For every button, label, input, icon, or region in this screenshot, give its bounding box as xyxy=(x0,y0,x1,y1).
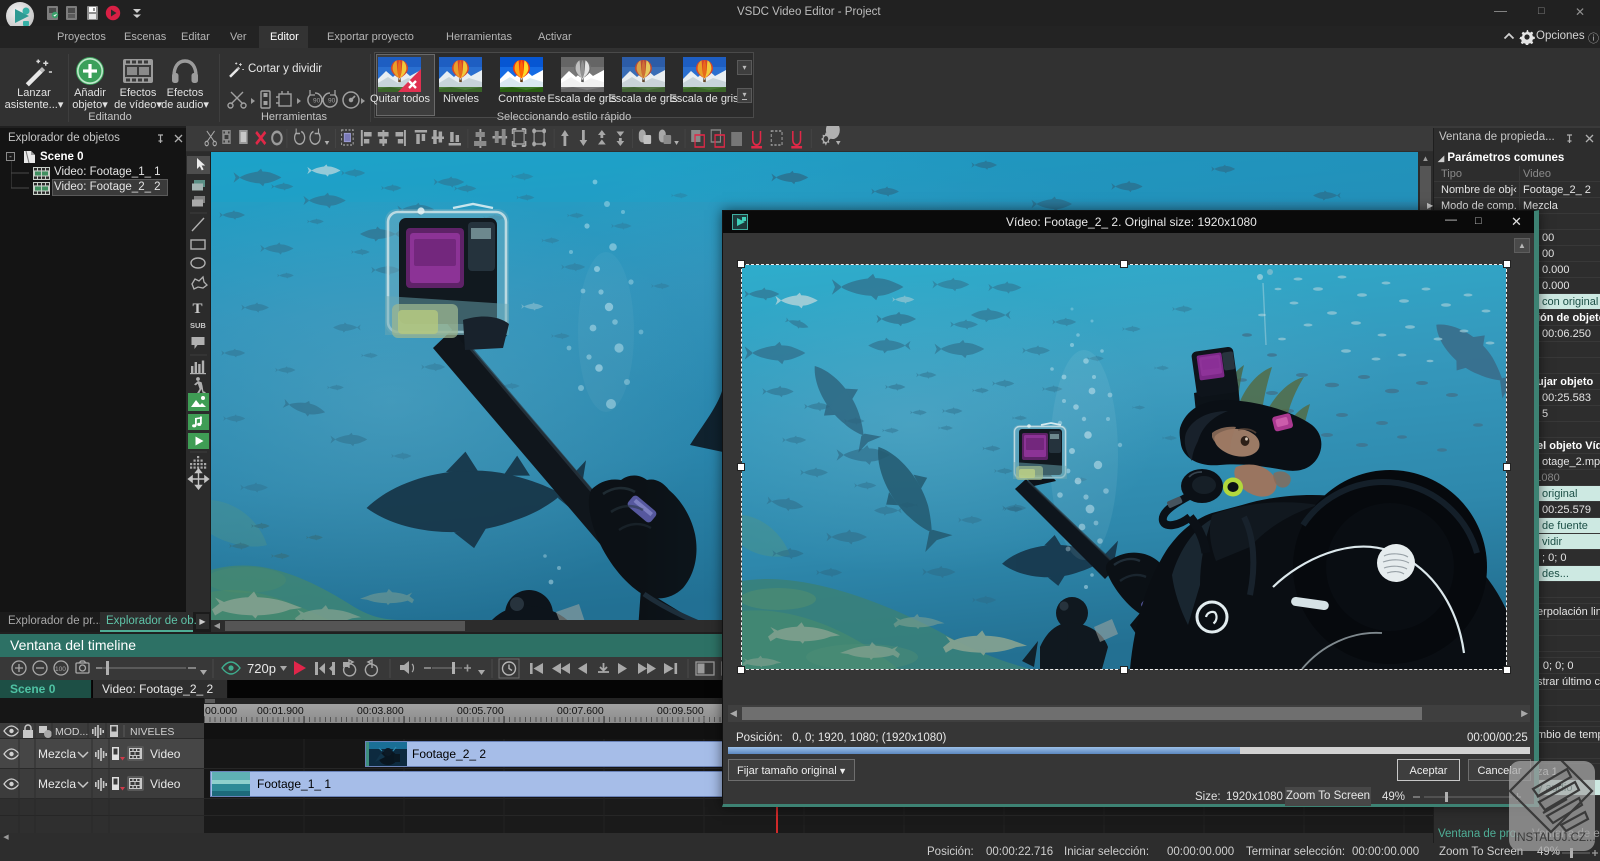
svg-text:90: 90 xyxy=(313,98,321,105)
svg-text:Video: Video xyxy=(150,777,181,791)
svg-text:00:03.800: 00:03.800 xyxy=(357,705,404,717)
svg-text:720p: 720p xyxy=(247,661,276,676)
svg-text:00.000: 00.000 xyxy=(205,705,237,717)
svg-text:00:09.500: 00:09.500 xyxy=(657,705,704,717)
svg-text:INSTALUJ.CZ...: INSTALUJ.CZ... xyxy=(1514,832,1595,844)
svg-text:Video: Video xyxy=(150,747,181,761)
svg-text:00:01.900: 00:01.900 xyxy=(257,705,304,717)
svg-text:Mezcla: Mezcla xyxy=(38,777,76,791)
svg-text:100: 100 xyxy=(55,666,66,673)
svg-text:90: 90 xyxy=(328,98,336,105)
svg-text:Mezcla: Mezcla xyxy=(38,747,76,761)
svg-text:NIVELES: NIVELES xyxy=(130,726,174,738)
svg-text:00:05.700: 00:05.700 xyxy=(457,705,504,717)
svg-text:MOD...: MOD... xyxy=(55,726,88,738)
svg-text:T: T xyxy=(193,301,203,317)
svg-text:SUB: SUB xyxy=(190,321,206,330)
svg-text:00:07.600: 00:07.600 xyxy=(557,705,604,717)
